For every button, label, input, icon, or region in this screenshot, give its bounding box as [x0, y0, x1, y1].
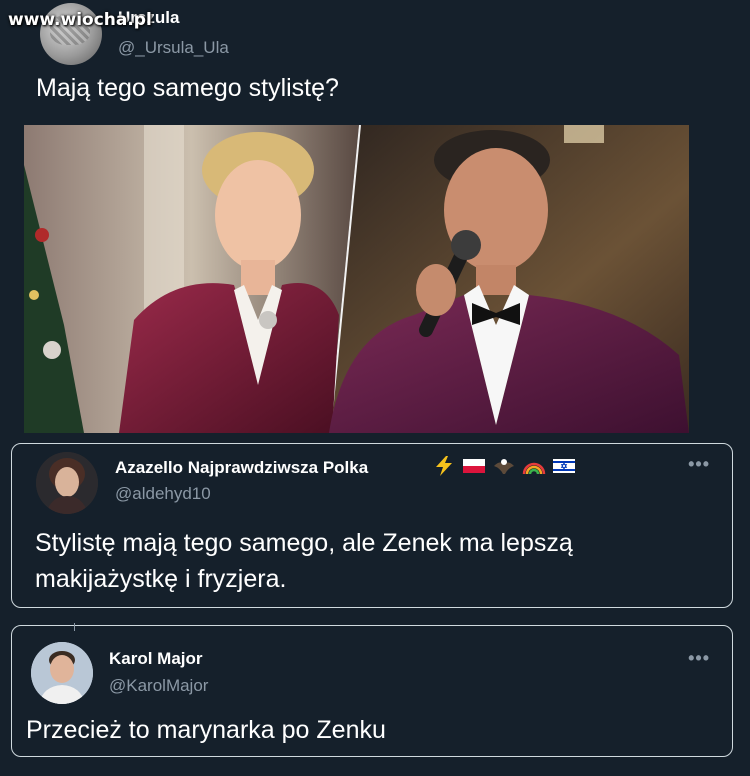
rainbow-icon	[522, 456, 546, 476]
author-handle[interactable]: @_Ursula_Ula	[118, 38, 229, 58]
eagle-icon	[492, 456, 516, 476]
poland-flag-icon	[462, 456, 486, 476]
thread-line	[74, 623, 75, 631]
israel-flag-icon	[552, 456, 576, 476]
author-name[interactable]: Karol Major	[109, 649, 203, 669]
name-emoji-badges	[432, 456, 576, 476]
tweet-photo[interactable]	[24, 125, 689, 433]
reply-tweet[interactable]: Azazello Najprawdziwsza Polka @aldehyd10…	[11, 443, 733, 608]
tweet-text: Przecież to marynarka po Zenku	[26, 716, 386, 744]
author-handle[interactable]: @aldehyd10	[115, 484, 211, 504]
more-options-icon[interactable]: •••	[688, 454, 710, 475]
tweet-text: Stylistę mają tego samego, ale Zenek ma …	[35, 529, 573, 593]
more-options-icon[interactable]: •••	[688, 648, 710, 669]
author-name[interactable]: Azazello Najprawdziwsza Polka	[115, 458, 368, 478]
tweet-text: Mają tego samego stylistę?	[36, 74, 339, 102]
watermark: www.wiocha.pl	[8, 10, 152, 30]
avatar[interactable]	[31, 642, 93, 704]
avatar[interactable]	[36, 452, 98, 514]
lightning-icon	[432, 456, 456, 476]
more-options-icon[interactable]: •••	[668, 0, 692, 9]
reply-tweet[interactable]: Karol Major @KarolMajor ••• Przecież to …	[11, 623, 733, 757]
author-handle[interactable]: @KarolMajor	[109, 676, 208, 696]
